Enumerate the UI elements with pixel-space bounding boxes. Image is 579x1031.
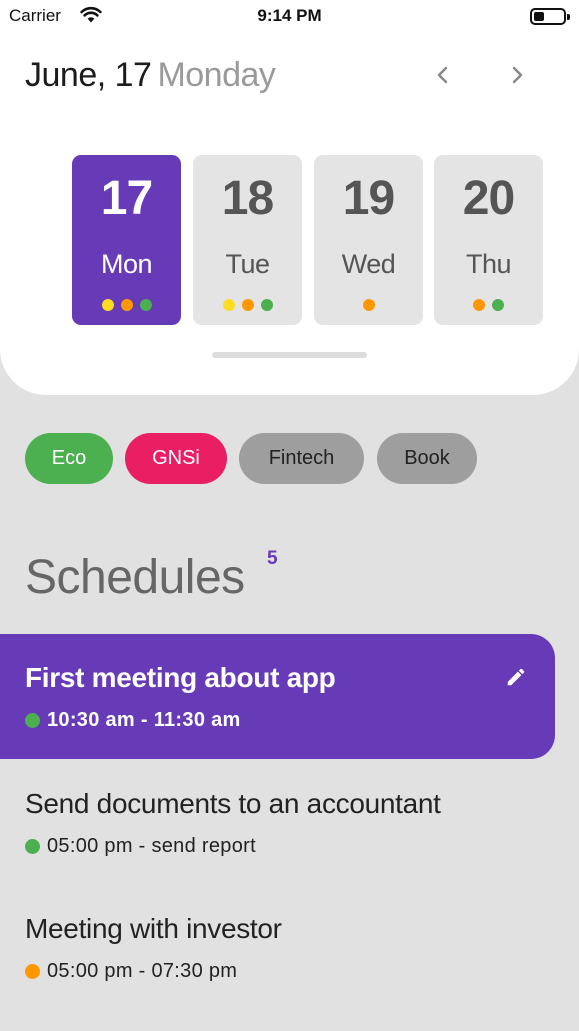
previous-week-button[interactable] [428,60,458,90]
day-name: Mon [100,249,153,279]
event-dots [434,299,543,311]
tag-label: Fintech [268,447,335,469]
tag-label: GNSi [152,447,200,469]
status-bar: Carrier 9:14 PM [0,0,579,34]
event-dots [193,299,302,311]
day-name: Thu [465,249,512,279]
day-number: 17 [100,172,153,225]
day-card-20[interactable]: 20 Thu [434,155,543,325]
day-number: 18 [221,172,274,225]
event-dot [260,299,273,311]
selected-date: June, 17 [25,56,152,94]
tag-gnsi[interactable]: GNSi [125,433,227,484]
schedule-subtitle: 05:00 pm - send report [47,835,256,857]
status-dot [25,964,40,979]
schedule-subtitle: 10:30 am - 11:30 am [47,709,241,731]
chevron-right-icon [512,66,523,84]
day-number: 20 [462,172,515,225]
status-dot [25,839,40,854]
date-header: June, 17 Monday [25,56,276,95]
schedule-time: 05:00 pm - send report [25,835,256,858]
event-dot [473,299,485,311]
schedule-time: 10:30 am - 11:30 am [25,709,241,732]
event-dot [362,299,375,311]
status-dot [25,713,40,728]
event-dot [222,299,235,311]
schedule-item-active[interactable]: First meeting about app 10:30 am - 11:30… [0,634,555,759]
status-time: 9:14 PM [257,6,322,25]
tag-fintech[interactable]: Fintech [239,433,364,484]
event-dot [139,299,152,311]
chevron-left-icon [437,66,448,84]
schedule-title: Meeting with investor [25,913,282,944]
schedule-title: Send documents to an accountant [25,788,441,819]
schedule-time: 05:00 pm - 07:30 pm [25,960,237,983]
event-dots [72,299,181,311]
day-name: Wed [341,249,396,279]
day-name: Tue [225,249,270,279]
tag-eco[interactable]: Eco [25,433,113,484]
tag-book[interactable]: Book [377,433,477,484]
event-dots [314,299,423,311]
drag-handle[interactable] [212,352,367,358]
schedule-subtitle: 05:00 pm - 07:30 pm [47,960,238,982]
event-dot [241,299,254,311]
selected-weekday: Monday [157,56,276,94]
schedules-title: Schedules [25,551,245,604]
event-dot [101,299,114,311]
tag-label: Book [404,447,450,469]
battery-icon [530,8,570,25]
schedule-item[interactable]: Meeting with investor 05:00 pm - 07:30 p… [0,905,555,1000]
schedule-title: First meeting about app [25,662,336,693]
day-card-18[interactable]: 18 Tue [193,155,302,325]
tag-label: Eco [51,447,87,469]
schedule-item[interactable]: Send documents to an accountant 05:00 pm… [0,780,555,875]
next-week-button[interactable] [502,60,532,90]
edit-icon[interactable] [505,666,527,688]
day-number: 19 [342,172,395,225]
event-dot [120,299,133,311]
calendar-card: June, 17 Monday 17 Mon 18 Tue 19 Wed 20 T… [0,0,579,395]
day-card-19[interactable]: 19 Wed [314,155,423,325]
day-card-17[interactable]: 17 Mon [72,155,181,325]
event-dot [492,299,504,311]
schedules-count-badge: 5 [267,548,278,569]
